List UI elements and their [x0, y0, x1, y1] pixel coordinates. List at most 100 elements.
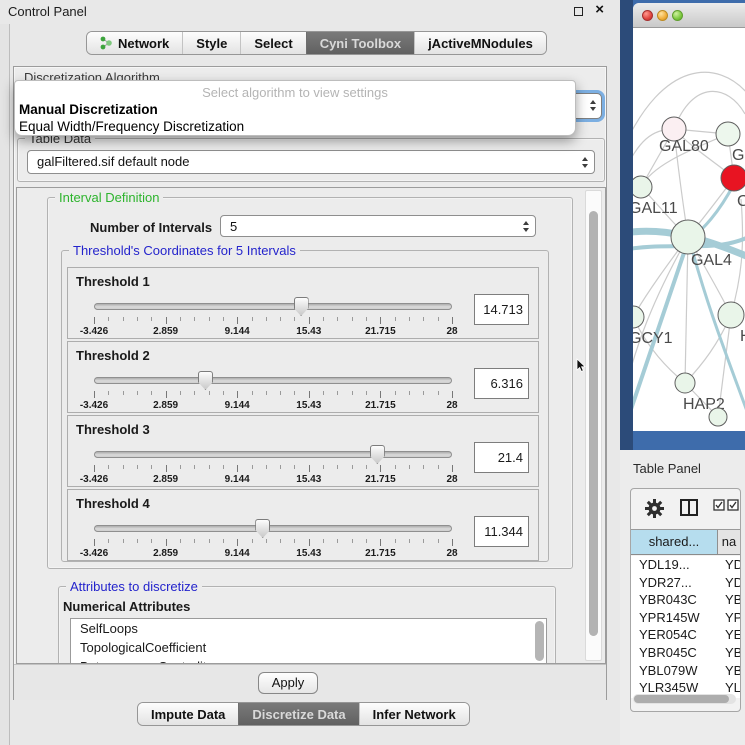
tab-infer-network[interactable]: Infer Network — [359, 703, 469, 725]
tick-label: -3.426 — [80, 474, 108, 485]
tab-label: Network — [118, 36, 169, 51]
dropdown-option-equal-width-frequency[interactable]: Equal Width/Frequency Discretization — [19, 119, 244, 134]
slider-track[interactable] — [94, 303, 452, 310]
list-scrollbar[interactable] — [535, 621, 544, 661]
slider-thumb[interactable] — [255, 519, 270, 538]
minimize-traffic-light-icon[interactable] — [657, 10, 668, 21]
table-data-combobox[interactable]: galFiltered.sif default node — [27, 150, 595, 174]
dropdown-option-manual-discretization[interactable]: Manual Discretization — [19, 102, 158, 117]
attribute-item[interactable]: BetweennessCentrality — [71, 657, 546, 664]
control-panel-tabs: Network Style Select Cyni Toolbox jActiv… — [86, 31, 547, 55]
tick-label: 15.43 — [296, 326, 321, 337]
tab-cyni-toolbox[interactable]: Cyni Toolbox — [306, 32, 414, 54]
network-window: GAL80GCGAL11GAL4GCY1HHAP2 — [633, 3, 745, 431]
tab-label: Impute Data — [151, 707, 225, 722]
split-columns-icon[interactable] — [680, 499, 698, 516]
threshold-value-input[interactable]: 21.4 — [474, 442, 529, 473]
checkbox-checked-icon[interactable] — [727, 499, 739, 511]
threshold-value-input[interactable]: 14.713 — [474, 294, 529, 325]
cyni-toolbox-panel: Discretization Algorithm Select algorith… — [13, 66, 607, 700]
slider-thumb[interactable] — [370, 445, 385, 464]
right-region: GAL80GCGAL11GAL4GCY1HHAP2 Table Panel — [620, 0, 745, 745]
table-row[interactable]: YPR145WYPR1 — [631, 609, 740, 627]
threshold-value-input[interactable]: 6.316 — [474, 368, 529, 399]
network-node[interactable] — [716, 122, 740, 146]
table-row[interactable]: YBR043CYBR0 — [631, 591, 740, 609]
table-toolbar — [631, 489, 740, 529]
node-table: shared... na YDL19...YDL1YDR27...YDR2YBR… — [630, 488, 741, 712]
threshold-panel: Threshold 4 -3.4262.8599.14415.4321.7152… — [67, 489, 539, 561]
vertical-scrollbar[interactable] — [585, 190, 602, 661]
tab-jactivemnodules[interactable]: jActiveMNodules — [414, 32, 546, 54]
tab-style[interactable]: Style — [182, 32, 240, 54]
attribute-item[interactable]: TopologicalCoefficient — [71, 638, 546, 657]
slider-track[interactable] — [94, 451, 452, 458]
threshold-panel: Threshold 3 -3.4262.8599.14415.4321.7152… — [67, 415, 539, 487]
combo-stepper-icon — [590, 100, 596, 111]
checkbox-checked-icon[interactable] — [713, 499, 725, 511]
network-node[interactable] — [709, 408, 727, 426]
control-panel-titlebar: Control Panel × — [0, 0, 620, 24]
slider-track[interactable] — [94, 377, 452, 384]
network-canvas[interactable]: GAL80GCGAL11GAL4GCY1HHAP2 — [633, 29, 745, 431]
gear-icon[interactable] — [645, 499, 664, 518]
threshold-slider: -3.4262.8599.14415.4321.71528 — [94, 520, 452, 560]
table-row[interactable]: YBR045CYBR0 — [631, 644, 740, 662]
slider-thumb[interactable] — [198, 371, 213, 390]
interval-definition-group: Interval Definition Number of Intervals … — [47, 197, 573, 569]
table-row[interactable]: YDL19...YDL1 — [631, 556, 740, 574]
table-cell: YER054C — [631, 626, 718, 644]
tab-impute-data[interactable]: Impute Data — [138, 703, 238, 725]
scrollbar-thumb[interactable] — [589, 211, 598, 636]
table-cell: YBR0 — [718, 644, 740, 662]
panel-title: Control Panel — [8, 4, 87, 19]
table-panel: Table Panel — [620, 450, 745, 745]
slider-ticks — [94, 465, 452, 473]
close-icon[interactable]: × — [595, 1, 604, 18]
combo-stepper-icon — [582, 157, 588, 168]
network-node[interactable] — [675, 373, 695, 393]
tab-discretize-data[interactable]: Discretize Data — [238, 703, 358, 725]
tab-label: Cyni Toolbox — [320, 36, 401, 51]
float-window-icon[interactable] — [574, 7, 583, 16]
slider-tick-labels: -3.4262.8599.14415.4321.71528 — [94, 474, 452, 486]
number-of-intervals-combobox[interactable]: 5 — [220, 215, 536, 237]
network-node[interactable] — [718, 302, 744, 328]
network-node[interactable] — [633, 306, 644, 328]
combo-stepper-icon — [523, 221, 529, 232]
threshold-value-input[interactable]: 11.344 — [474, 516, 529, 547]
table-row[interactable]: YBL079WYBL0 — [631, 662, 740, 680]
table-row[interactable]: YER054CYER0 — [631, 626, 740, 644]
horizontal-scrollbar[interactable] — [633, 694, 736, 704]
column-header-name[interactable]: na — [718, 530, 740, 554]
slider-track[interactable] — [94, 525, 452, 532]
attribute-item[interactable]: SelfLoops — [71, 619, 546, 638]
slider-ticks — [94, 317, 452, 325]
numerical-attributes-list[interactable]: SelfLoopsTopologicalCoefficientBetweenne… — [70, 618, 547, 664]
mouse-cursor — [576, 358, 587, 373]
thresholds-group: Threshold's Coordinates for 5 Intervals … — [61, 250, 549, 562]
attributes-group: Attributes to discretize Numerical Attri… — [58, 586, 556, 664]
tick-label: -3.426 — [80, 326, 108, 337]
column-header-shared-name[interactable]: shared... — [631, 530, 718, 554]
table-cell: YDL19... — [631, 556, 718, 574]
tick-label: 9.144 — [225, 326, 250, 337]
tab-label: Infer Network — [373, 707, 456, 722]
close-traffic-light-icon[interactable] — [642, 10, 653, 21]
control-panel: Control Panel × Network Style Select Cyn… — [0, 0, 620, 745]
slider-thumb[interactable] — [294, 297, 309, 316]
tick-label: 21.715 — [365, 326, 396, 337]
tick-label: 2.859 — [153, 326, 178, 337]
network-node[interactable] — [633, 176, 652, 198]
network-node[interactable] — [671, 220, 705, 254]
tick-label: 15.43 — [296, 474, 321, 485]
table-row[interactable]: YDR27...YDR2 — [631, 574, 740, 592]
apply-button[interactable]: Apply — [258, 672, 318, 694]
tab-select[interactable]: Select — [240, 32, 305, 54]
zoom-traffic-light-icon[interactable] — [672, 10, 683, 21]
network-node-label: C — [737, 193, 745, 210]
network-node[interactable] — [721, 165, 745, 191]
tab-network[interactable]: Network — [87, 32, 182, 54]
thresholds-group-title: Threshold's Coordinates for 5 Intervals — [69, 243, 300, 258]
scrollbar-thumb[interactable] — [634, 695, 729, 703]
